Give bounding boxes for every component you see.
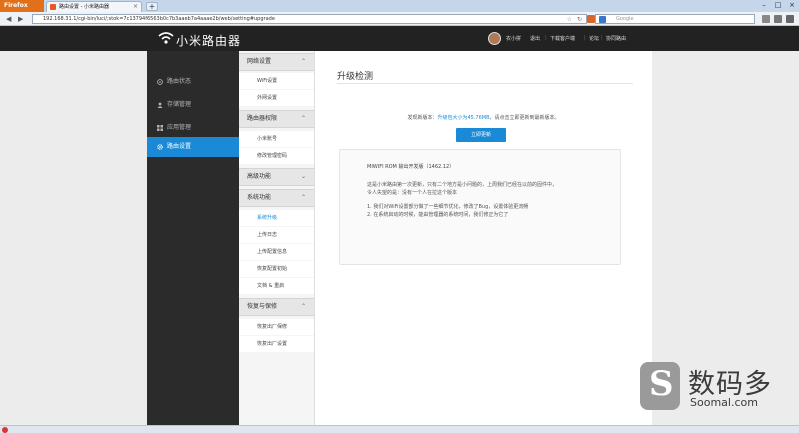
submenu-item-warranty[interactable]: 恢复出厂保修 bbox=[239, 319, 314, 335]
gear-icon bbox=[157, 144, 163, 150]
browser-tab[interactable]: 路由设置 - 小米路由器 × bbox=[46, 1, 142, 12]
submenu-item-change-password[interactable]: 修改管理密码 bbox=[239, 148, 314, 164]
submenu-item-docs-reboot[interactable]: 文档 & 重启 bbox=[239, 278, 314, 294]
title-divider bbox=[337, 83, 633, 84]
chevron-up-icon: ⌃ bbox=[300, 194, 306, 201]
header-divider: | bbox=[584, 35, 586, 41]
chevron-down-icon: ⌄ bbox=[300, 173, 306, 180]
back-icon[interactable]: ◀ bbox=[6, 15, 11, 23]
release-notes-line: 1. 我们对WiFi设置部分做了一些细节优化，修改了Bug，设置体验更流畅 bbox=[367, 204, 529, 210]
reload-icon[interactable]: ↻ bbox=[577, 15, 582, 23]
firefox-menu-button[interactable]: Firefox bbox=[0, 0, 44, 12]
close-window-icon[interactable]: × bbox=[785, 1, 799, 10]
submenu-group-label: 系统功能 bbox=[247, 194, 272, 201]
sidebar-item-router-settings[interactable]: 路由设置 bbox=[147, 137, 245, 157]
search-input[interactable]: Google bbox=[595, 14, 755, 24]
username-link[interactable]: 农小拼 bbox=[506, 35, 521, 42]
close-tab-icon[interactable]: × bbox=[133, 2, 138, 12]
page-title: 升级检测 bbox=[337, 72, 374, 82]
header-divider: | bbox=[601, 35, 603, 41]
sidebar-item-label: 路由设置 bbox=[167, 143, 192, 150]
coop-router-link[interactable]: 协同路由 bbox=[606, 35, 626, 42]
submenu-item-restore-config[interactable]: 恢复配置初始 bbox=[239, 261, 314, 277]
status-icon bbox=[2, 427, 8, 433]
upgrade-now-button[interactable]: 立即更新 bbox=[456, 128, 506, 142]
submenu-group-permissions[interactable]: 路由器权限 ⌃ bbox=[239, 110, 314, 128]
wifi-icon bbox=[158, 32, 174, 44]
release-notes-line: 这是小米路由第一次更新，只有二个地方是小问题的，上周我们已经在以前的固件中， bbox=[367, 182, 558, 188]
sidebar-item-label: 应用管理 bbox=[167, 124, 192, 131]
download-icon[interactable] bbox=[774, 15, 782, 23]
menu-icon[interactable] bbox=[786, 15, 794, 23]
main-sidebar: 路由状态 存储管理 应用管理 路由设置 bbox=[147, 51, 245, 425]
submenu-group-restore[interactable]: 恢复与保修 ⌃ bbox=[239, 298, 314, 316]
router-header: 小米路由器 农小拼 退出 | 下载客户端 | 论坛 | 协同路由 bbox=[0, 26, 799, 51]
forward-icon[interactable]: ▶ bbox=[18, 15, 23, 23]
submenu-group-label: 路由器权限 bbox=[247, 115, 278, 122]
download-client-link[interactable]: 下载客户端 bbox=[550, 35, 575, 42]
tab-favicon-icon bbox=[50, 4, 56, 10]
browser-status-bar bbox=[0, 425, 799, 433]
upgrade-panel: 升级检测 发现新版本：升级包大小为45.76MB，请点击立即更新到最新版本。 立… bbox=[315, 51, 652, 425]
address-bar[interactable]: 192.168.31.1/cgi-bin/luci/;stok=7c13794f… bbox=[32, 14, 587, 24]
addon-icon[interactable] bbox=[587, 15, 595, 23]
chevron-up-icon: ⌃ bbox=[300, 58, 306, 65]
submenu-item-upload-log[interactable]: 上传日志 bbox=[239, 227, 314, 243]
watermark-en-text: Soomal.com bbox=[690, 396, 758, 409]
sidebar-item-storage[interactable]: 存储管理 bbox=[147, 95, 239, 115]
sidebar-item-router-status[interactable]: 路由状态 bbox=[147, 72, 239, 92]
home-icon[interactable] bbox=[762, 15, 770, 23]
apps-icon bbox=[157, 125, 163, 131]
sidebar-item-label: 存储管理 bbox=[167, 101, 192, 108]
search-placeholder: Google bbox=[616, 16, 634, 22]
chevron-up-icon: ⌃ bbox=[300, 115, 306, 122]
submenu-group-label: 高级功能 bbox=[247, 173, 272, 180]
release-notes-line: 2. 在系统启动的时候，能由管理器的系统时间，我们修正为它了 bbox=[367, 212, 509, 218]
forum-link[interactable]: 论坛 bbox=[589, 35, 599, 42]
chevron-up-icon: ⌃ bbox=[300, 303, 306, 310]
submenu-group-advanced[interactable]: 高级功能 ⌄ bbox=[239, 168, 314, 186]
bookmark-star-icon[interactable]: ☆ bbox=[567, 15, 572, 23]
logout-link[interactable]: 退出 bbox=[530, 35, 540, 42]
site-watermark: S 数码多 Soomal.com bbox=[640, 362, 790, 412]
submenu-group-label: 网络设置 bbox=[247, 58, 272, 65]
release-notes-box: MIWIFI ROM 输出开发版（1462.12） 这是小米路由第一次更新，只有… bbox=[339, 149, 621, 265]
submenu-item-mi-account[interactable]: 小米账号 bbox=[239, 131, 314, 147]
submenu-item-upload-config[interactable]: 上传配置信息 bbox=[239, 244, 314, 260]
header-divider: | bbox=[545, 35, 547, 41]
found-prefix: 发现新版本： bbox=[407, 115, 438, 121]
sidebar-item-label: 路由状态 bbox=[167, 78, 192, 85]
submenu-group-label: 恢复与保修 bbox=[247, 303, 278, 310]
browser-nav-bar: ◀ ▶ 192.168.31.1/cgi-bin/luci/;stok=7c13… bbox=[0, 12, 799, 26]
watermark-s-glyph: S bbox=[649, 364, 674, 404]
avatar[interactable] bbox=[488, 32, 501, 45]
settings-submenu: 网络设置 ⌃ WiFi设置 外网设置 路由器权限 ⌃ 小米账号 修改管理密码 高… bbox=[239, 51, 315, 425]
browser-tab-strip: Firefox 路由设置 - 小米路由器 × + – □ × bbox=[0, 0, 799, 12]
submenu-group-network[interactable]: 网络设置 ⌃ bbox=[239, 53, 314, 71]
release-notes-title: MIWIFI ROM 输出开发版（1462.12） bbox=[367, 164, 455, 170]
tab-title: 路由设置 - 小米路由器 bbox=[59, 4, 109, 10]
maximize-icon[interactable]: □ bbox=[771, 1, 785, 10]
release-notes-line: 令人失望的是：没有一个人在拉这个版本 bbox=[367, 190, 458, 196]
minimize-icon[interactable]: – bbox=[757, 1, 771, 10]
new-tab-button[interactable]: + bbox=[146, 2, 158, 11]
user-icon bbox=[157, 102, 163, 108]
submenu-item-factory-reset[interactable]: 恢复出厂设置 bbox=[239, 336, 314, 352]
url-text: 192.168.31.1/cgi-bin/luci/;stok=7c13794f… bbox=[43, 16, 275, 22]
dashboard-icon bbox=[157, 79, 163, 85]
submenu-item-system-upgrade[interactable]: 系统升级 bbox=[239, 210, 314, 226]
search-engine-icon[interactable] bbox=[599, 16, 606, 23]
submenu-item-wan[interactable]: 外网设置 bbox=[239, 90, 314, 106]
submenu-group-system[interactable]: 系统功能 ⌃ bbox=[239, 189, 314, 207]
found-suffix: ，请点击立即更新到最新版本。 bbox=[489, 115, 560, 121]
sidebar-item-apps[interactable]: 应用管理 bbox=[147, 118, 239, 138]
watermark-logo: S bbox=[640, 362, 680, 410]
submenu-item-wifi[interactable]: WiFi设置 bbox=[239, 73, 314, 89]
package-size: 升级包大小为45.76MB bbox=[437, 115, 490, 121]
new-version-message: 发现新版本：升级包大小为45.76MB，请点击立即更新到最新版本。 bbox=[315, 114, 652, 121]
brand-name: 小米路由器 bbox=[176, 34, 242, 48]
